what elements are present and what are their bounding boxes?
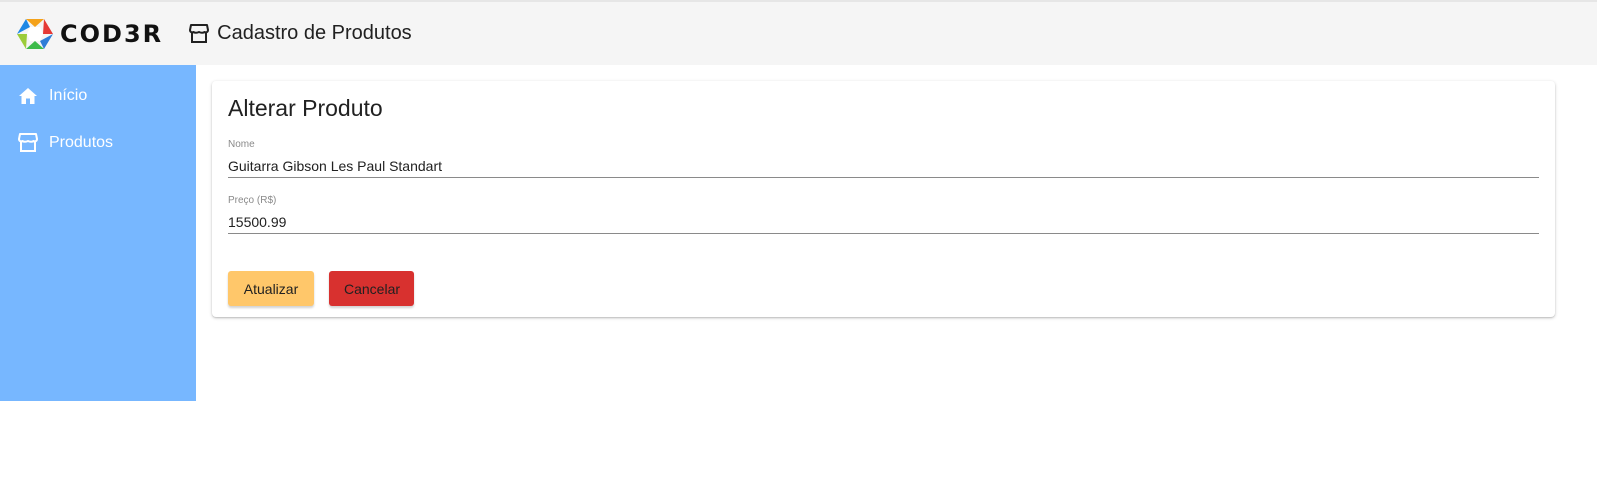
page-title: Cadastro de Produtos xyxy=(217,22,412,44)
name-field: Nome xyxy=(228,139,1539,178)
logo-text: COD3R xyxy=(60,19,164,48)
form-title: Alterar Produto xyxy=(228,95,383,121)
page-heading: Cadastro de Produtos xyxy=(189,22,412,45)
update-button[interactable]: Atualizar xyxy=(228,271,314,306)
form-actions: Atualizar Cancelar xyxy=(228,271,1539,306)
sidebar-item-label: Produtos xyxy=(49,133,114,151)
sidebar-item-label: Início xyxy=(49,86,88,104)
cod3r-logo[interactable]: COD3R xyxy=(16,17,163,51)
storefront-icon xyxy=(18,133,38,153)
price-label: Preço (R$) xyxy=(228,195,277,206)
sidebar: Início Produtos xyxy=(0,65,196,401)
sidebar-item-produtos[interactable]: Produtos xyxy=(0,119,196,166)
cancel-button[interactable]: Cancelar xyxy=(329,271,414,306)
price-field: Preço (R$) xyxy=(228,195,1539,234)
price-input[interactable] xyxy=(228,211,1539,233)
name-label: Nome xyxy=(228,139,255,150)
sidebar-item-inicio[interactable]: Início xyxy=(0,72,196,119)
storefront-icon xyxy=(189,24,210,43)
app-header: COD3R Cadastro de Produtos xyxy=(0,0,1597,65)
home-icon xyxy=(18,86,38,106)
product-edit-card: Alterar Produto Nome Preço (R$) Atualiza… xyxy=(212,81,1555,317)
name-input[interactable] xyxy=(228,155,1539,177)
main-content: Alterar Produto Nome Preço (R$) Atualiza… xyxy=(196,65,1597,465)
cod3r-logo-mark-icon xyxy=(17,18,53,49)
